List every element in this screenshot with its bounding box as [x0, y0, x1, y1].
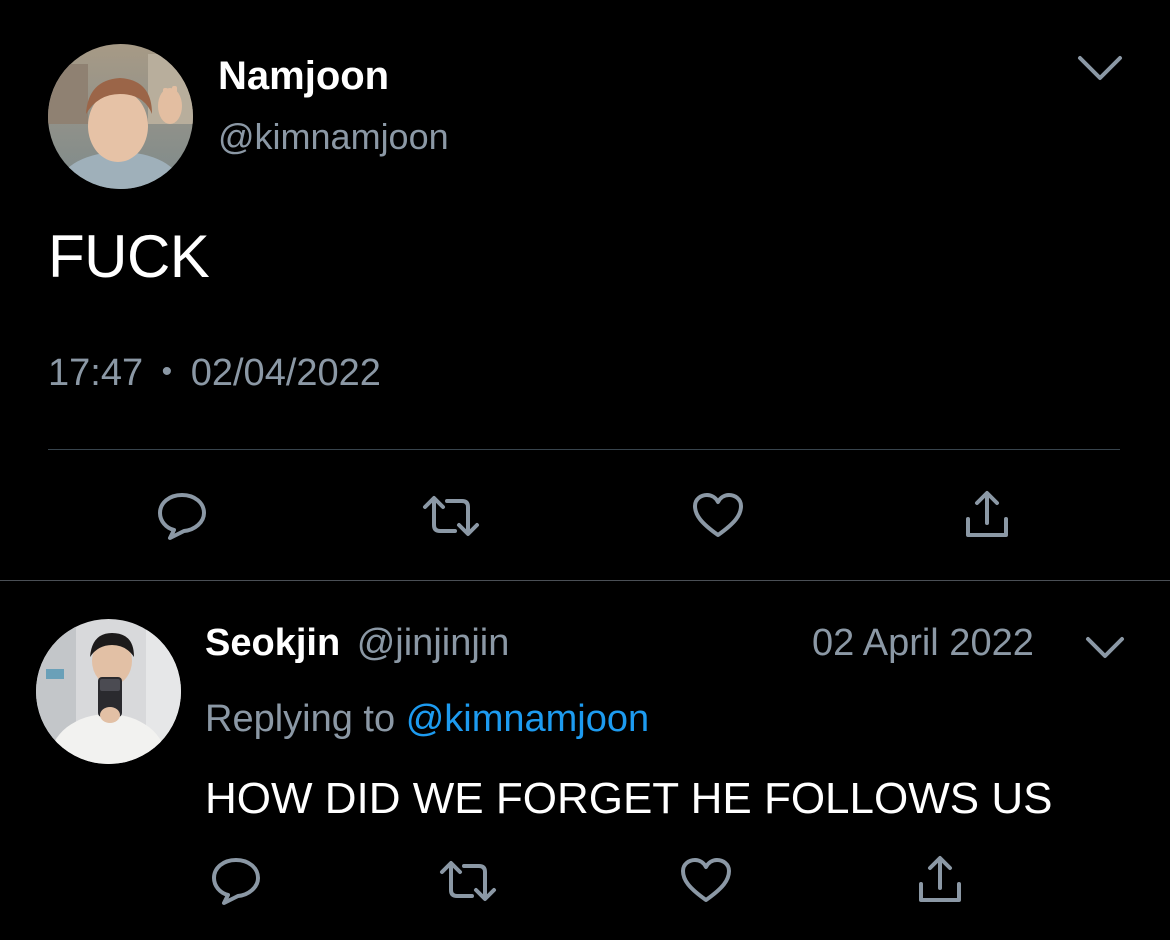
tweet-text: FUCK	[48, 223, 210, 290]
reply-button[interactable]	[206, 851, 266, 911]
tweet-time: 17:47	[48, 352, 144, 394]
retweet-icon	[423, 496, 479, 536]
share-icon	[966, 491, 1008, 537]
like-button[interactable]	[676, 851, 736, 911]
reply-bubble-icon	[212, 858, 260, 905]
author-handle[interactable]: @kimnamjoon	[218, 116, 449, 158]
share-button[interactable]	[957, 486, 1017, 546]
replying-to: Replying to @kimnamjoon	[205, 698, 649, 741]
author-display-name[interactable]: Namjoon	[218, 54, 389, 99]
retweet-icon	[440, 861, 496, 901]
reply-author[interactable]: Seokjin @jinjinjin	[205, 622, 509, 665]
replying-mention-link[interactable]: @kimnamjoon	[406, 698, 649, 740]
chevron-down-icon[interactable]	[1075, 50, 1125, 86]
chevron-down-icon[interactable]	[1083, 632, 1127, 662]
like-button[interactable]	[688, 486, 748, 546]
tweet-date: 02/04/2022	[190, 352, 381, 394]
meta-separator: •	[161, 355, 173, 388]
retweet-button[interactable]	[438, 851, 498, 911]
retweet-button[interactable]	[421, 486, 481, 546]
divider	[0, 580, 1170, 581]
divider	[48, 449, 1120, 450]
reply-button[interactable]	[152, 486, 212, 546]
tweet-timestamp[interactable]: 17:47 • 02/04/2022	[48, 352, 381, 395]
share-button[interactable]	[910, 851, 970, 911]
avatar-seokjin[interactable]	[36, 619, 181, 764]
reply-text: HOW DID WE FORGET HE FOLLOWS US	[205, 774, 1053, 823]
reply-date[interactable]: 02 April 2022	[812, 622, 1034, 665]
heart-icon	[681, 858, 731, 902]
reply-bubble-icon	[158, 493, 206, 540]
heart-icon	[693, 493, 743, 537]
avatar-namjoon[interactable]	[48, 44, 193, 189]
replying-prefix: Replying to	[205, 698, 396, 740]
reply-display-name[interactable]: Seokjin	[205, 622, 340, 664]
reply-handle[interactable]: @jinjinjin	[357, 622, 510, 664]
share-icon	[919, 856, 961, 902]
